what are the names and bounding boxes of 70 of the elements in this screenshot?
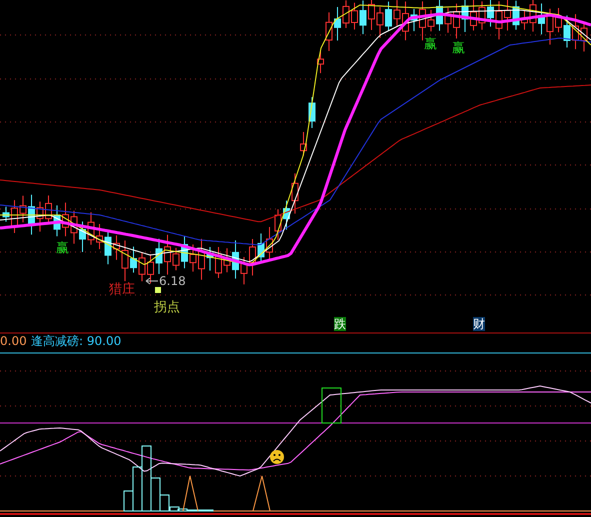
candlestick [138, 251, 146, 282]
signal-label: 赢 [56, 242, 69, 255]
candlestick [546, 8, 554, 46]
candlestick [453, 3, 460, 39]
candlestick [292, 172, 298, 214]
candlestick [62, 202, 69, 237]
candlestick [258, 232, 264, 262]
candlestick [224, 248, 230, 273]
candlestick [564, 15, 570, 48]
candlestick [190, 244, 196, 272]
candlestick [512, 0, 520, 30]
candlestick [206, 246, 214, 272]
candlestick [232, 240, 239, 280]
candlestick [104, 230, 112, 265]
candlestick [326, 12, 332, 52]
candlestick [122, 240, 128, 282]
candlestick [274, 208, 282, 240]
candlestick [572, 14, 579, 50]
indicator-legend: 逢高减磅: 90.00 [31, 335, 122, 347]
candlestick [215, 246, 222, 278]
candlestick [156, 238, 162, 274]
candlestick [436, 0, 443, 32]
candlestick [88, 212, 94, 246]
candlestick [308, 96, 316, 129]
candlestick [130, 246, 137, 274]
candlestick [376, 6, 384, 38]
candlestick [36, 201, 44, 232]
candlestick [580, 22, 588, 52]
candlestick [538, 2, 545, 35]
candlestick [113, 234, 120, 260]
candlestick [249, 238, 256, 276]
signal-label: 赢 [424, 38, 437, 51]
candlestick [487, 0, 494, 28]
candlestick [444, 7, 452, 34]
sad-face-icon [270, 450, 284, 464]
signal-label: 赢 [452, 42, 465, 55]
candlestick [240, 256, 248, 285]
candlestick [11, 200, 18, 234]
indicator-value: 0.00 [0, 335, 27, 347]
candlestick [317, 50, 324, 74]
candlestick [266, 226, 273, 260]
candlestick [164, 234, 171, 276]
candlestick [283, 200, 290, 230]
candlestick [45, 194, 52, 224]
candlestick [300, 131, 307, 156]
candlestick [555, 8, 562, 33]
candlestick [181, 236, 188, 269]
candlestick [334, 6, 341, 41]
candlestick [410, 8, 418, 32]
candlestick [462, 0, 468, 32]
candlestick [198, 238, 205, 280]
candlestick [385, 1, 392, 32]
candlestick [360, 0, 366, 35]
arrow-icon [146, 278, 158, 284]
candlestick [79, 221, 86, 253]
signal-label: 拐点 [154, 301, 180, 314]
candlestick [54, 204, 60, 237]
candlestick [96, 224, 103, 250]
candlestick [521, 10, 528, 30]
candlestick [428, 9, 434, 32]
signal-marker: 跌 [334, 317, 346, 331]
candlestick [70, 210, 78, 244]
signal-marker: 财 [473, 317, 485, 331]
candlestick [20, 195, 26, 223]
candlestick [147, 254, 154, 284]
candlestick [2, 206, 10, 222]
signal-box [322, 388, 342, 424]
signal-label: 猎庄 [109, 283, 135, 296]
price-label: 6.18 [159, 275, 186, 287]
candlestick [172, 247, 180, 271]
